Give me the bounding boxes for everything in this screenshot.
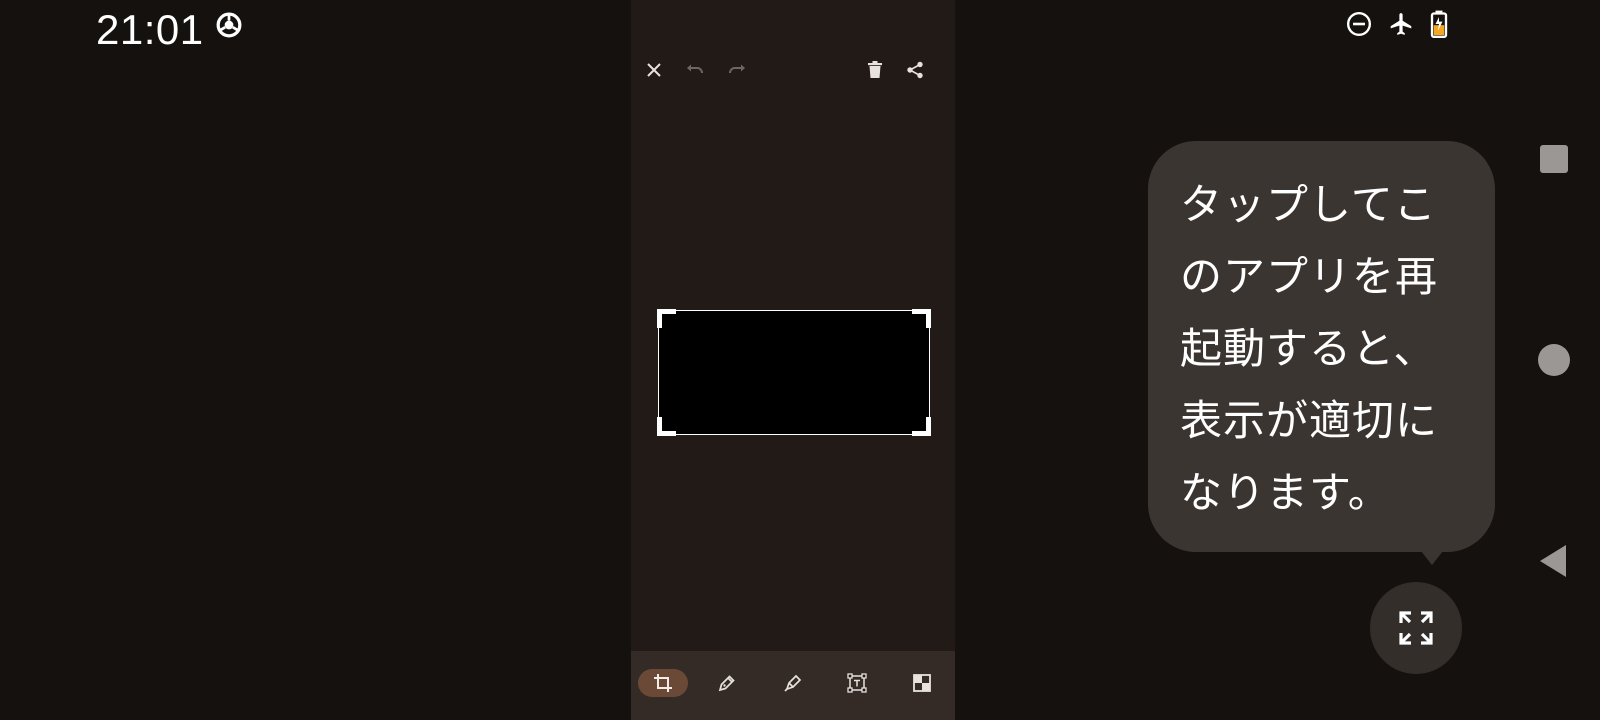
share-button[interactable] (901, 56, 929, 84)
restart-hint-text: タップしてこのアプリを再起動すると、表示が適切になります。 (1180, 180, 1439, 517)
text-box-icon (847, 673, 867, 693)
back-button[interactable] (1538, 544, 1568, 582)
share-icon (907, 61, 923, 79)
close-icon (647, 63, 661, 77)
crop-tool-button[interactable] (638, 669, 688, 697)
crop-icon (654, 674, 672, 692)
status-time: 21:01 (96, 6, 204, 53)
battery-charging-icon (1430, 10, 1448, 38)
highlighter-tool-button[interactable] (768, 669, 818, 697)
crop-handle-bottom-right[interactable] (912, 417, 931, 436)
airplane-mode-icon (1388, 11, 1414, 37)
close-button[interactable] (640, 56, 668, 84)
redo-button[interactable] (723, 56, 751, 84)
restart-app-button[interactable] (1370, 582, 1462, 674)
editor-bottom-toolbar (631, 651, 955, 720)
expand-icon (1399, 611, 1433, 645)
restart-hint-bubble[interactable]: タップしてこのアプリを再起動すると、表示が適切になります。 (1148, 141, 1495, 552)
redo-icon (729, 64, 745, 74)
crop-handle-bottom-left[interactable] (657, 417, 676, 436)
pixelate-tool-button[interactable] (897, 669, 947, 697)
pen-tool-button[interactable] (702, 669, 752, 697)
do-not-disturb-icon (1346, 11, 1372, 37)
bubble-tail (1421, 551, 1443, 565)
pixelate-icon (913, 674, 931, 692)
recents-button[interactable] (1540, 145, 1568, 173)
delete-icon (868, 61, 882, 78)
crop-handle-top-right[interactable] (912, 309, 931, 328)
crop-handle-top-left[interactable] (657, 309, 676, 328)
back-icon (1540, 545, 1566, 577)
text-tool-button[interactable] (832, 669, 882, 697)
highlighter-icon (784, 674, 802, 692)
status-icons (1346, 10, 1448, 38)
editor-panel (631, 0, 955, 720)
pen-icon (718, 675, 735, 692)
undo-icon (687, 64, 703, 74)
editor-top-toolbar (631, 56, 955, 84)
home-button[interactable] (1538, 344, 1570, 376)
chrome-icon (216, 12, 242, 38)
crop-area[interactable] (657, 309, 931, 436)
delete-button[interactable] (861, 56, 889, 84)
undo-button[interactable] (681, 56, 709, 84)
